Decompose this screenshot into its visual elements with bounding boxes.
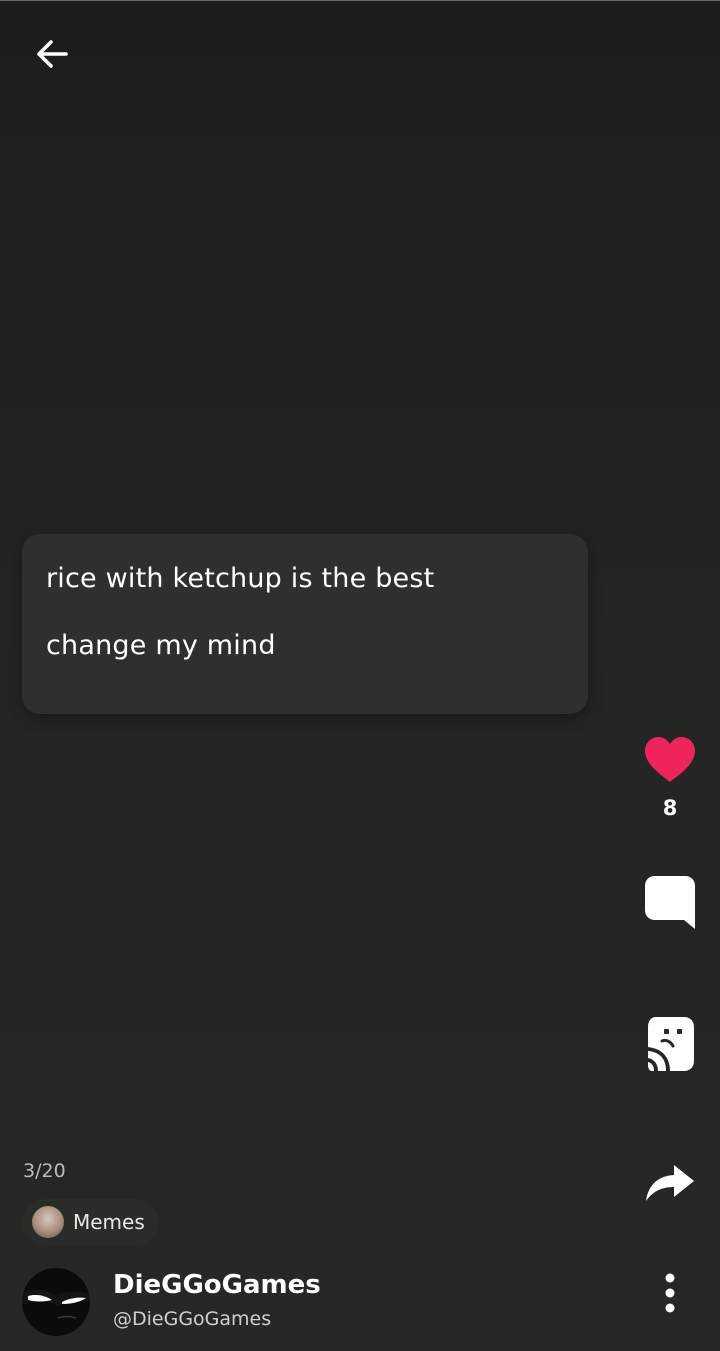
share-button[interactable] bbox=[640, 1160, 700, 1206]
sticker-icon bbox=[648, 1017, 694, 1071]
arrow-left-icon bbox=[37, 40, 68, 68]
avatar-image bbox=[22, 1268, 90, 1336]
heart-icon bbox=[645, 737, 695, 782]
author-handle: @DieGGoGames bbox=[113, 1308, 272, 1330]
community-avatar bbox=[32, 1206, 64, 1238]
author-avatar[interactable] bbox=[22, 1268, 90, 1336]
post-text-line-2: change my mind bbox=[46, 630, 276, 661]
share-arrow-icon bbox=[646, 1165, 694, 1201]
back-button[interactable] bbox=[30, 32, 74, 76]
comment-button[interactable] bbox=[640, 872, 700, 932]
sticker-button[interactable] bbox=[640, 1012, 700, 1076]
more-vertical-icon bbox=[665, 1273, 675, 1313]
like-button[interactable] bbox=[640, 734, 700, 786]
comment-bubble-icon bbox=[645, 876, 695, 929]
page-counter: 3/20 bbox=[23, 1160, 66, 1182]
more-options-button[interactable] bbox=[650, 1268, 690, 1318]
community-chip[interactable]: Memes bbox=[22, 1199, 159, 1245]
post-card: rice with ketchup is the best change my … bbox=[22, 534, 588, 714]
top-divider bbox=[0, 0, 720, 1]
like-count: 8 bbox=[662, 796, 678, 820]
post-text-line-1: rice with ketchup is the best bbox=[46, 563, 435, 594]
community-name: Memes bbox=[73, 1210, 145, 1234]
author-name[interactable]: DieGGoGames bbox=[113, 1270, 321, 1300]
